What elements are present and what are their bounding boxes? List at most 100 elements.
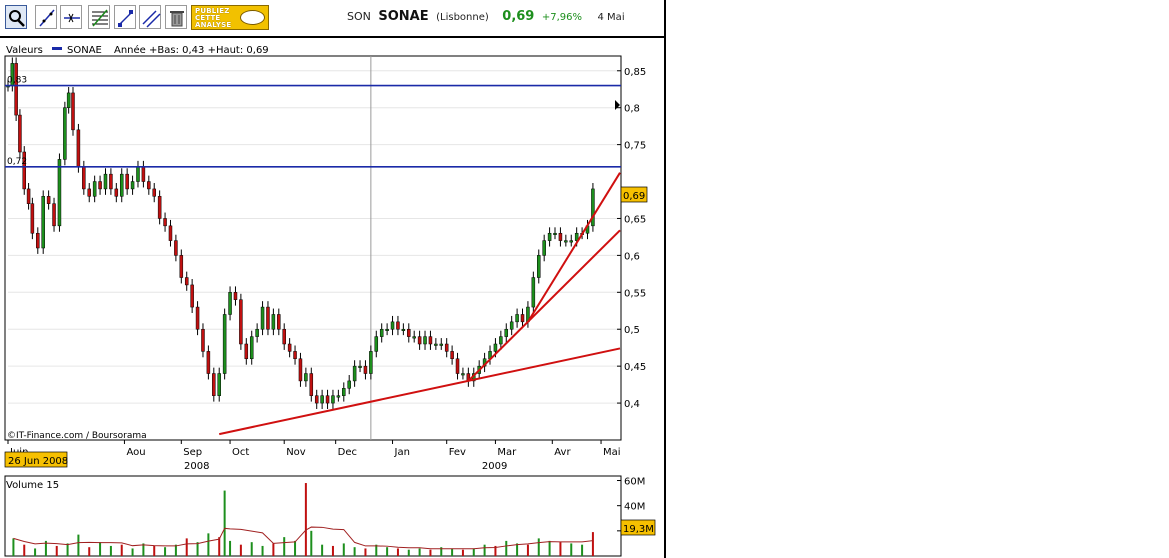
candle-body <box>407 328 411 337</box>
draw-line-tool-button[interactable] <box>35 5 57 29</box>
volume-bar <box>559 542 562 556</box>
y-tick-label: 0,75 <box>624 141 646 152</box>
y-tick-label: 0,6 <box>624 251 640 262</box>
volume-bar <box>548 540 551 556</box>
candle-body <box>249 336 254 360</box>
x-month-label: Aou <box>126 447 145 458</box>
volume-bar <box>537 538 540 556</box>
candle-body <box>423 336 427 345</box>
fibonacci-tool-button[interactable] <box>88 5 110 29</box>
candle-body <box>36 232 40 249</box>
ticker-code: SON <box>347 10 371 23</box>
horizontal-line-tool-button[interactable] <box>60 5 82 29</box>
candle-body <box>212 373 216 396</box>
price-chart: Valeurs SONAE Année +Bas: 0,43 +Haut: 0,… <box>4 44 656 557</box>
candle-body <box>18 114 22 153</box>
volume-bar <box>505 540 508 556</box>
volume-tick-label: 40M <box>624 502 645 513</box>
volume-bar <box>164 547 167 556</box>
publish-analysis-button[interactable]: PUBLIEZ CETTE ANALYSE <box>191 5 269 30</box>
volume-bar <box>304 483 307 556</box>
volume-bar <box>310 530 313 556</box>
candle-body <box>434 343 438 346</box>
volume-bar <box>272 543 275 556</box>
volume-bar <box>429 549 432 556</box>
volume-bar <box>526 544 529 556</box>
volume-bar <box>591 532 594 556</box>
volume-bar <box>483 544 486 556</box>
quote-date: 4 Mai <box>597 12 625 23</box>
trash-tool-button[interactable] <box>165 5 187 29</box>
volume-bar <box>34 548 37 556</box>
magnifier-tool-button[interactable] <box>5 5 27 29</box>
trash-icon <box>170 11 184 27</box>
magnifier-icon <box>9 10 25 27</box>
candle-body <box>428 336 433 345</box>
x-month-label: Sep <box>183 447 202 458</box>
candle-body <box>76 129 81 168</box>
x-year-label: 2008 <box>184 461 209 472</box>
candle-body <box>358 365 362 368</box>
candle-body <box>222 314 227 374</box>
x-month-label: Avr <box>554 447 571 458</box>
volume-bar <box>472 548 475 556</box>
last-price: 0,69 <box>502 9 535 24</box>
volume-bar <box>185 538 188 556</box>
x-month-label: Fev <box>449 447 466 458</box>
volume-bar <box>207 533 210 556</box>
x-month-label: Mar <box>497 447 517 458</box>
x-month-label: Nov <box>286 447 306 458</box>
candle-body <box>293 351 297 360</box>
candle-body <box>114 188 119 197</box>
legend-label: Valeurs <box>6 45 43 56</box>
candle-body <box>564 240 568 243</box>
volume-bar <box>77 534 80 556</box>
candle-body <box>103 173 108 190</box>
candle-body <box>374 336 379 352</box>
volume-bar <box>196 542 199 556</box>
candle-body <box>450 351 454 360</box>
candle-body <box>336 395 341 398</box>
candle-body <box>342 388 346 396</box>
volume-bar <box>353 547 356 556</box>
parallel-lines-icon <box>142 10 161 28</box>
volume-bar <box>418 548 421 556</box>
candle-body <box>174 240 178 256</box>
volume-bar <box>218 537 221 556</box>
volume-bar <box>99 542 102 556</box>
candle-body <box>46 196 51 204</box>
horizontal-line-icon <box>64 13 80 23</box>
candle-body <box>98 181 102 190</box>
candle-body <box>136 166 140 182</box>
candle-body <box>260 306 265 330</box>
last-volume-text: 19,3M <box>623 524 654 535</box>
candle-body <box>314 395 319 404</box>
candle-body <box>52 203 56 227</box>
candle-body <box>125 173 129 190</box>
trend-channel-tool-button[interactable] <box>114 5 136 29</box>
y-tick-label: 0,65 <box>624 214 646 225</box>
candle-body <box>217 373 221 396</box>
y-tick-label: 0,45 <box>624 362 646 373</box>
volume-bar <box>342 543 345 556</box>
stock-market: (Lisbonne) <box>436 12 489 23</box>
candle-body <box>141 166 146 182</box>
candle-body <box>109 173 113 190</box>
candle-body <box>363 365 368 374</box>
stock-name: SONAE <box>378 9 429 24</box>
quote-header: SON SONAE (Lisbonne) 0,69 +7,96% 4 Mai <box>347 9 629 27</box>
volume-bar <box>294 540 297 556</box>
candle-body <box>325 395 330 404</box>
chart-window: PUBLIEZ CETTE ANALYSE SON SONAE (Lisbonn… <box>0 0 666 558</box>
candle-body <box>455 358 460 374</box>
candle-body <box>352 365 357 382</box>
candle-body <box>331 395 335 404</box>
volume-bar <box>223 490 226 556</box>
candle-body <box>412 336 416 339</box>
parallel-lines-tool-button[interactable] <box>139 5 161 29</box>
candle-body <box>401 328 406 331</box>
candle-body <box>542 240 546 256</box>
y-tick-label: 0,5 <box>624 325 640 336</box>
candle-body <box>239 299 243 345</box>
candle-body <box>147 181 151 190</box>
